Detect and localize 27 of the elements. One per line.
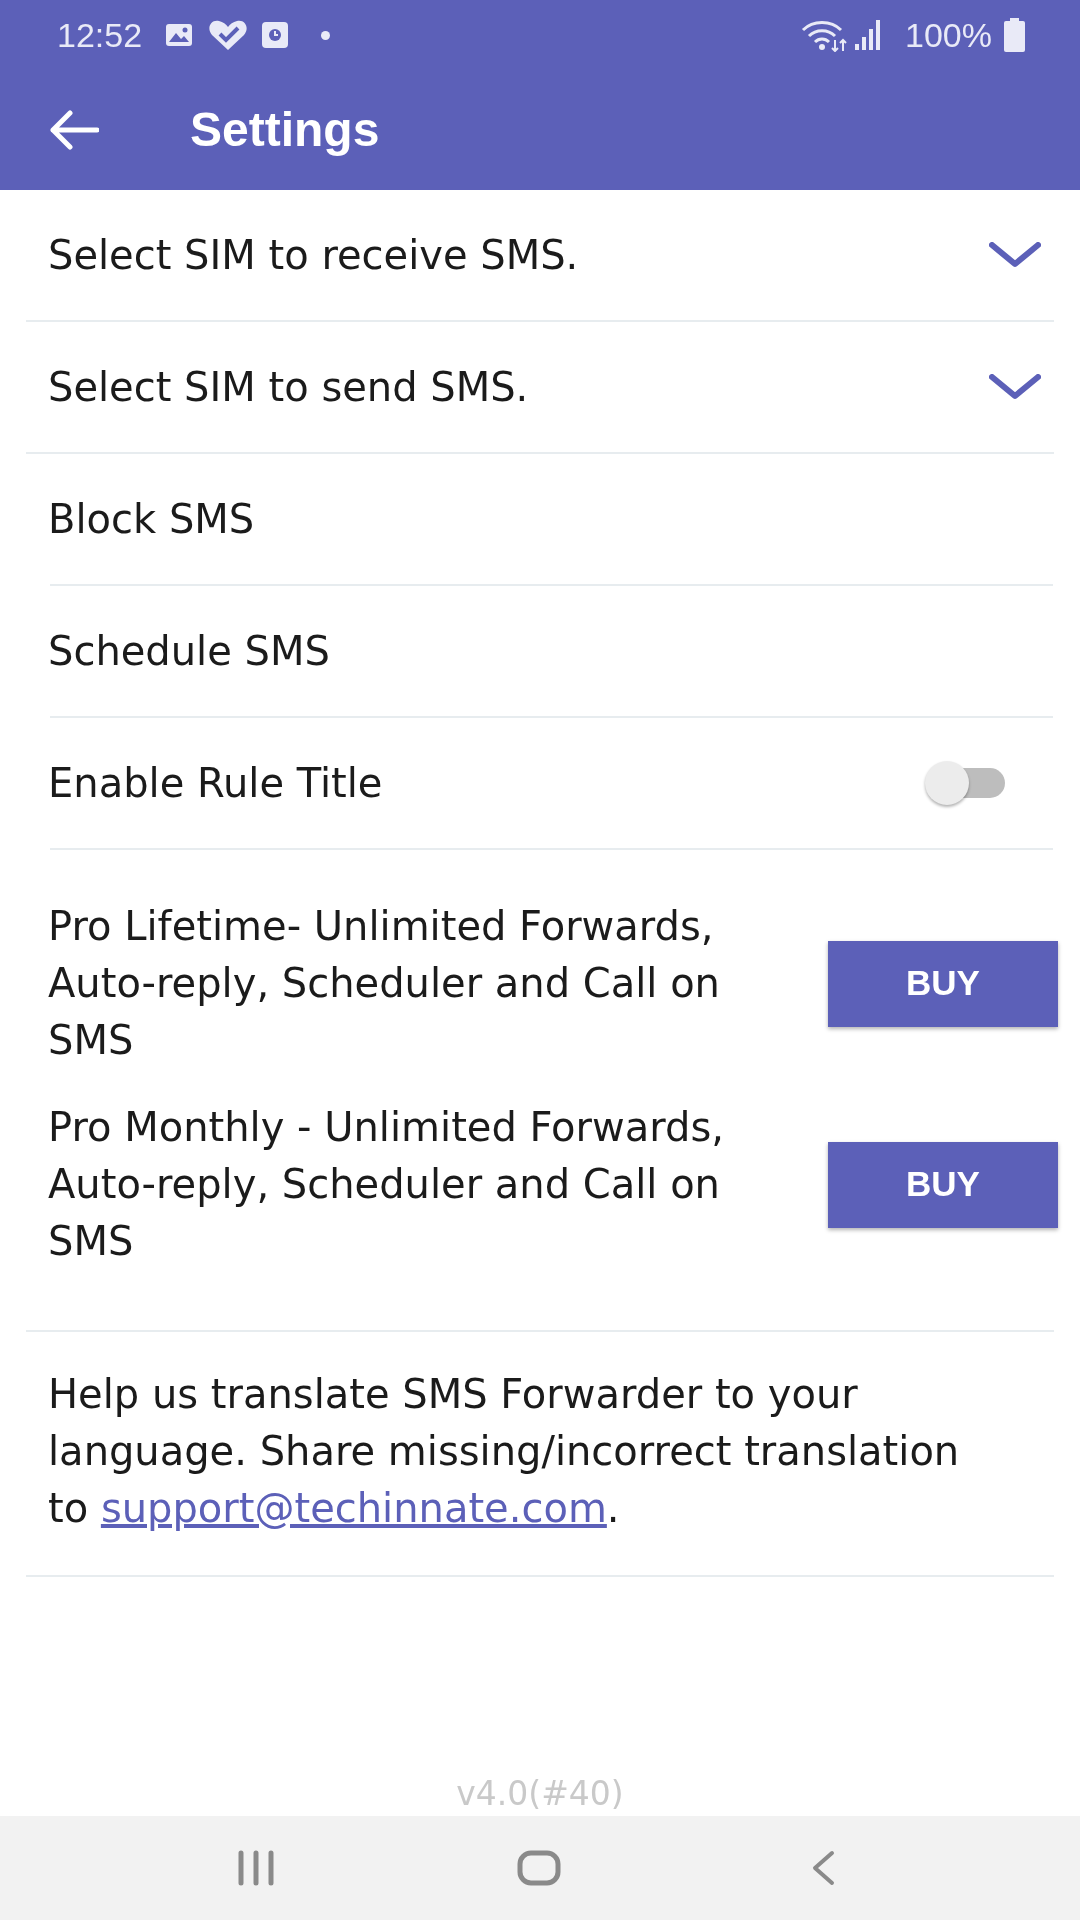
back-nav-icon[interactable] [811, 1850, 835, 1886]
chevron-down-icon [989, 374, 1041, 400]
sim-select-dropdown[interactable]: Select SIM to receive SMS. [0, 190, 1080, 320]
settings-item[interactable]: Schedule SMS [0, 586, 1080, 716]
back-icon[interactable] [49, 110, 99, 150]
settings-item[interactable]: Block SMS [0, 454, 1080, 584]
home-icon[interactable] [517, 1850, 561, 1886]
battery-percent: 100% [905, 18, 992, 52]
email-link[interactable]: support@techinnate.com [100, 1485, 607, 1531]
clock-icon [262, 22, 289, 48]
chevron-down-icon [989, 242, 1041, 268]
sim-select-dropdown[interactable]: Select SIM to send SMS. [0, 322, 1080, 452]
buy-button[interactable]: BUY [828, 1141, 1058, 1228]
heart-check-icon [208, 19, 249, 51]
image-icon [165, 23, 194, 47]
help-text: Help us translate SMS Forwarder to your language. Share missing/incorrect translation to support@techinnate.com. [48, 1370, 961, 1533]
plan-description: Pro Lifetime- Unlimited Forwards, Auto-reply, Scheduler and Call on SMS [48, 902, 721, 1065]
wifi-icon [801, 18, 848, 52]
buy-button[interactable]: BUY [828, 940, 1058, 1027]
signal-icon [855, 20, 883, 50]
setting-label: Enable Rule Title [48, 759, 383, 808]
dot-icon [321, 30, 331, 40]
battery-icon [1004, 18, 1025, 52]
plan-description: Pro Monthly - Unlimited Forwards, Auto-reply, Scheduler and Call on SMS [48, 1103, 725, 1266]
recents-icon[interactable] [237, 1850, 275, 1886]
screen-title: Settings [190, 102, 380, 158]
status-time: 12:52 [57, 18, 143, 52]
